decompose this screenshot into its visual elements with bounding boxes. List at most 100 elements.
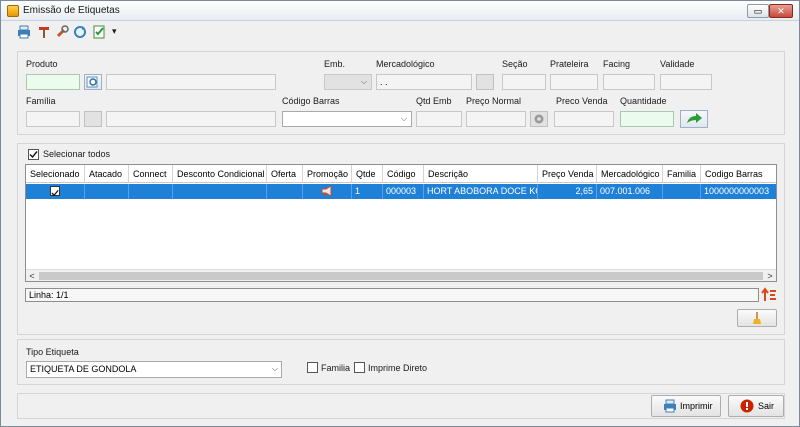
select-all-checkbox[interactable] bbox=[28, 149, 39, 160]
cell-mercadologico: 007.001.006 bbox=[597, 184, 663, 199]
main-window: Emissão de Etiquetas ▭ ✕ ▾ Produto Emb. … bbox=[0, 0, 800, 427]
emb-select[interactable]: ⌵ bbox=[324, 74, 372, 90]
scroll-right-button[interactable]: > bbox=[764, 270, 776, 281]
broom-icon bbox=[753, 312, 761, 324]
items-table[interactable]: Selecionado Atacado Connect Desconto Con… bbox=[25, 164, 777, 282]
preco-normal-input[interactable] bbox=[466, 111, 526, 127]
hammer-icon[interactable] bbox=[37, 25, 51, 39]
prateleira-input[interactable] bbox=[550, 74, 598, 90]
col-mercadologico[interactable]: Mercadológico bbox=[597, 165, 663, 183]
familia-description-input[interactable] bbox=[106, 111, 276, 127]
prateleira-label: Prateleira bbox=[550, 59, 589, 69]
col-codigo[interactable]: Código bbox=[383, 165, 424, 183]
check-icon bbox=[29, 151, 38, 159]
add-item-button[interactable] bbox=[680, 110, 708, 128]
magnifier-icon bbox=[86, 76, 98, 88]
familia-label: Família bbox=[26, 96, 56, 106]
tipo-etiqueta-label: Tipo Etiqueta bbox=[26, 347, 79, 357]
col-familia[interactable]: Familia bbox=[663, 165, 701, 183]
clear-button[interactable] bbox=[737, 309, 777, 327]
imprimir-button[interactable]: Imprimir bbox=[651, 395, 721, 417]
print-icon[interactable] bbox=[17, 25, 31, 39]
facing-input[interactable] bbox=[603, 74, 655, 90]
validade-label: Validade bbox=[660, 59, 695, 69]
preco-venda-input[interactable] bbox=[554, 111, 614, 127]
col-preco-venda[interactable]: Preço Venda bbox=[538, 165, 597, 183]
sort-icon[interactable] bbox=[761, 287, 777, 303]
col-connect[interactable]: Connect bbox=[129, 165, 173, 183]
select-all-label: Selecionar todos bbox=[43, 149, 111, 159]
table-row[interactable]: 1 000003 HORT ABOBORA DOCE KG 2,65 007.0… bbox=[26, 184, 776, 199]
col-descricao[interactable]: Descrição bbox=[424, 165, 538, 183]
sair-label: Sair bbox=[758, 401, 775, 411]
cell-qtde: 1 bbox=[352, 184, 383, 199]
qtd-emb-label: Qtd Emb bbox=[416, 96, 452, 106]
scroll-left-button[interactable]: < bbox=[26, 270, 38, 281]
col-atacado[interactable]: Atacado bbox=[85, 165, 129, 183]
close-window-button[interactable]: ✕ bbox=[769, 4, 793, 18]
codigo-barras-label: Código Barras bbox=[282, 96, 340, 106]
grid-status: Linha: 1/1 bbox=[25, 288, 759, 302]
quantidade-input[interactable] bbox=[620, 111, 674, 127]
print-icon bbox=[664, 399, 676, 413]
preco-normal-label: Preço Normal bbox=[466, 96, 522, 106]
produto-description-input[interactable] bbox=[106, 74, 276, 90]
codigo-barras-select[interactable]: ⌵ bbox=[282, 111, 412, 127]
col-selecionado[interactable]: Selecionado bbox=[26, 165, 85, 183]
checklist-icon[interactable] bbox=[93, 25, 107, 39]
filters-panel: Produto Emb. ⌵ Mercadológico . . Seção P… bbox=[17, 51, 785, 135]
quantidade-label: Quantidade bbox=[620, 96, 667, 106]
sair-button[interactable]: Sair bbox=[728, 395, 784, 417]
familia-checkbox-label: Familia bbox=[321, 363, 351, 373]
produto-code-input[interactable] bbox=[26, 74, 80, 90]
qtd-emb-input[interactable] bbox=[416, 111, 462, 127]
gear-icon bbox=[534, 114, 544, 124]
chevron-down-icon: ⌵ bbox=[400, 114, 408, 123]
familia-search-button[interactable] bbox=[84, 111, 102, 127]
col-codigo-barras[interactable]: Codigo Barras bbox=[701, 165, 776, 183]
cell-atacado bbox=[85, 184, 129, 199]
cell-connect bbox=[129, 184, 173, 199]
wrench-icon[interactable] bbox=[55, 25, 69, 39]
check-icon bbox=[51, 189, 59, 197]
produto-search-button[interactable] bbox=[84, 74, 102, 90]
refresh-icon[interactable] bbox=[73, 25, 87, 39]
cell-descricao: HORT ABOBORA DOCE KG bbox=[424, 184, 538, 199]
scroll-thumb[interactable] bbox=[39, 272, 763, 280]
horizontal-scrollbar[interactable]: < > bbox=[26, 269, 776, 281]
mercadologico-search-button[interactable] bbox=[476, 74, 494, 90]
cell-oferta bbox=[267, 184, 303, 199]
col-qtde[interactable]: Qtde bbox=[352, 165, 383, 183]
cell-codigo-barras: 1000000000003 bbox=[704, 186, 770, 196]
col-desconto-condicional[interactable]: Desconto Condicional bbox=[173, 165, 267, 183]
arrow-right-icon bbox=[687, 113, 702, 123]
imprime-direto-label: Imprime Direto bbox=[368, 363, 428, 373]
validade-input[interactable] bbox=[660, 74, 712, 90]
cell-desconto bbox=[173, 184, 267, 199]
mercadologico-label: Mercadológico bbox=[376, 59, 435, 69]
cell-selecionado[interactable] bbox=[26, 184, 85, 199]
preco-normal-button[interactable] bbox=[530, 111, 548, 127]
megaphone-icon bbox=[321, 185, 332, 197]
familia-checkbox[interactable] bbox=[307, 362, 318, 373]
row-selected-checkbox[interactable] bbox=[50, 186, 60, 197]
tipo-etiqueta-select[interactable]: ETIQUETA DE GONDOLA bbox=[26, 361, 282, 378]
produto-label: Produto bbox=[26, 59, 58, 69]
cell-preco-venda: 2,65 bbox=[538, 184, 597, 199]
secao-input[interactable] bbox=[502, 74, 546, 90]
restore-button[interactable]: ▭ bbox=[747, 4, 769, 18]
emb-label: Emb. bbox=[324, 59, 346, 69]
cell-promocao bbox=[303, 184, 352, 199]
col-promocao[interactable]: Promoção bbox=[303, 165, 352, 183]
familia-code-input[interactable] bbox=[26, 111, 80, 127]
chevron-down-icon: ⌵ bbox=[360, 77, 368, 86]
table-header: Selecionado Atacado Connect Desconto Con… bbox=[26, 165, 776, 183]
preco-venda-label: Preco Venda bbox=[556, 96, 608, 106]
window-title: Emissão de Etiquetas bbox=[23, 5, 120, 16]
imprime-direto-checkbox[interactable] bbox=[354, 362, 365, 373]
col-oferta[interactable]: Oferta bbox=[267, 165, 303, 183]
facing-label: Facing bbox=[603, 59, 631, 69]
imprimir-label: Imprimir bbox=[680, 401, 713, 411]
mercadologico-input[interactable]: . . bbox=[376, 74, 472, 90]
toolbar-dropdown-icon[interactable]: ▾ bbox=[112, 26, 117, 37]
